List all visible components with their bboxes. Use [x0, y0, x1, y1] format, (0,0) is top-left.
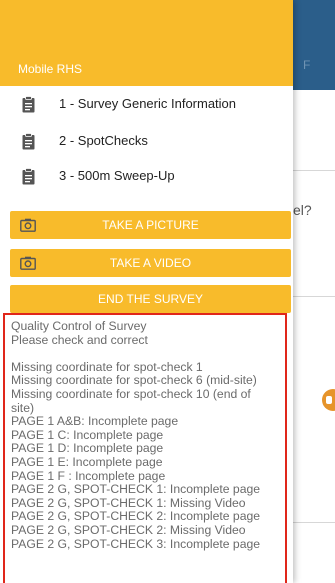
qc-message: PAGE 1 D: Incomplete page: [11, 441, 164, 456]
background-divider: [293, 296, 335, 297]
qc-message: Missing coordinate for spot-check 1: [11, 359, 203, 374]
drawer-header: Mobile RHS: [0, 0, 293, 86]
end-survey-label: END THE SURVEY: [98, 292, 203, 306]
drawer-title: Mobile RHS: [18, 62, 83, 76]
qc-message: PAGE 1 C: Incomplete page: [11, 427, 164, 442]
qc-spacer: [11, 347, 279, 361]
background-app-bar-text: F: [303, 58, 311, 72]
qc-subtitle: Please check and correct: [11, 332, 148, 347]
qc-message: PAGE 1 A&B: Incomplete page: [11, 414, 179, 429]
qc-title: Quality Control of Survey: [11, 319, 147, 333]
menu-item-label: 2 - SpotChecks: [59, 133, 148, 148]
qc-message: PAGE 2 G, SPOT-CHECK 1: Incomplete page: [11, 482, 261, 497]
background-divider: [293, 522, 335, 523]
qc-message: PAGE 2 G, SPOT-CHECK 1: Missing Video: [11, 495, 246, 510]
qc-message: PAGE 2 G, SPOT-CHECK 2: Incomplete page: [11, 509, 261, 524]
end-survey-button[interactable]: END THE SURVEY: [10, 285, 291, 313]
menu-item-survey-generic-information[interactable]: 1 - Survey Generic Information: [0, 88, 293, 122]
camera-icon: [20, 218, 36, 232]
take-video-label: TAKE A VIDEO: [109, 256, 192, 270]
qc-message: site): [11, 400, 35, 415]
camera-icon: [20, 256, 36, 270]
background-question-text: el?: [293, 202, 312, 218]
qc-message: Missing coordinate for spot-check 6 (mid…: [11, 373, 257, 388]
menu-item-label: 1 - Survey Generic Information: [59, 96, 237, 111]
take-picture-button[interactable]: TAKE A PICTURE: [10, 211, 291, 239]
clipboard-icon: [22, 96, 35, 113]
navigation-drawer: Mobile RHS 1 - Survey Generic Informatio…: [0, 0, 293, 583]
menu-item-label: 3 - 500m Sweep-Up: [59, 168, 175, 183]
take-video-button[interactable]: TAKE A VIDEO: [10, 249, 291, 277]
qc-message: Missing coordinate for spot-check 10 (en…: [11, 386, 251, 401]
background-fab-icon: [326, 396, 332, 404]
qc-message: PAGE 1 F : Incomplete page: [11, 468, 166, 483]
clipboard-icon: [22, 168, 35, 185]
menu-item-spotchecks[interactable]: 2 - SpotChecks: [0, 125, 293, 159]
qc-message: PAGE 1 E: Incomplete page: [11, 454, 163, 469]
qc-message: PAGE 2 G, SPOT-CHECK 3: Incomplete page: [11, 536, 261, 551]
qc-message: PAGE 2 G, SPOT-CHECK 2: Missing Video: [11, 522, 246, 537]
background-divider: [293, 170, 335, 171]
clipboard-icon: [22, 133, 35, 150]
quality-control-panel: Quality Control of Survey Please check a…: [3, 313, 287, 583]
menu-item-500m-sweep-up[interactable]: 3 - 500m Sweep-Up: [0, 160, 293, 194]
take-picture-label: TAKE A PICTURE: [102, 218, 199, 232]
